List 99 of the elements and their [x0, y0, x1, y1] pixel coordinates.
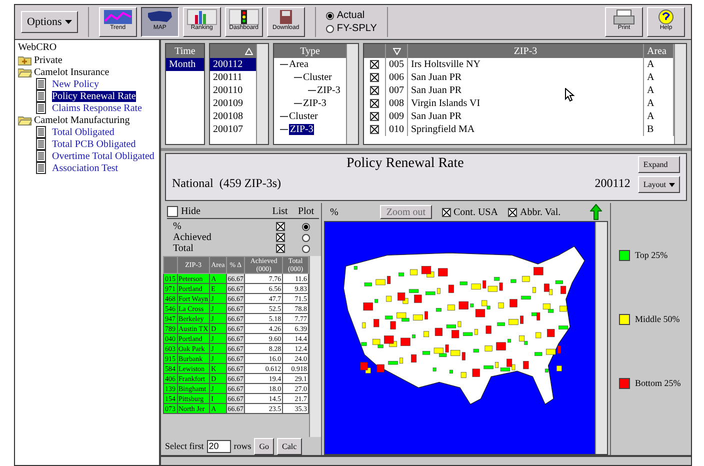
folder-icon[interactable] [18, 66, 32, 78]
checkbox[interactable]: Abbr. Val. [508, 206, 561, 218]
sort-icon[interactable] [392, 48, 400, 54]
measure-label: Achieved [172, 232, 212, 243]
table-cell: 008 [386, 97, 408, 110]
folder-icon[interactable] [18, 114, 32, 126]
measure-label: Total [172, 243, 194, 254]
tree-item[interactable]: Claims Response Rate [52, 102, 142, 114]
table-cell: 005 [386, 58, 408, 71]
tree-item[interactable]: Total PCB Obligated [52, 138, 136, 150]
scrollbar[interactable] [674, 44, 686, 144]
plot-radio[interactable] [302, 244, 310, 252]
measure-label: % [330, 206, 338, 218]
scrollbar[interactable] [256, 44, 268, 144]
list-checkbox[interactable] [276, 233, 284, 242]
list-item[interactable]: Month [166, 58, 204, 71]
select-first-label: Select first [165, 441, 204, 451]
table-cell: 007 [386, 84, 408, 97]
list-item[interactable]: 200109 [210, 97, 256, 110]
tree-item[interactable]: Camelot Manufacturing [34, 114, 130, 126]
column-header: List [271, 206, 289, 217]
document-icon [36, 126, 46, 138]
traffic-light-icon [228, 9, 259, 25]
options-button[interactable]: Options [21, 11, 78, 33]
document-icon [36, 102, 46, 114]
tree-item[interactable]: ZIP-3 [289, 124, 314, 135]
checkbox[interactable] [370, 86, 379, 95]
checkbox[interactable] [370, 125, 379, 134]
map-drawing[interactable] [325, 222, 595, 454]
list-checkbox[interactable] [276, 222, 284, 231]
period-label: 200112 [594, 176, 630, 191]
column-header: ZIP-3 [408, 44, 644, 58]
column-header: Plot [296, 206, 316, 217]
document-icon [36, 90, 46, 102]
up-arrow-icon[interactable] [590, 204, 602, 220]
tree-item[interactable]: Cluster [303, 72, 332, 83]
tree-item[interactable]: Private [34, 54, 62, 66]
expand-button[interactable]: Expand [638, 156, 680, 173]
scrollbar[interactable] [346, 44, 358, 144]
legend-label: Middle 50% [635, 314, 680, 324]
tree-item[interactable]: Overtime Total Obligated [52, 150, 154, 162]
checkbox[interactable] [370, 60, 379, 69]
folder-icon[interactable] [18, 54, 32, 66]
line-chart-icon [102, 9, 133, 25]
list-item[interactable]: 200110 [210, 84, 256, 97]
legend-label: Top 25% [635, 250, 668, 260]
tree-item[interactable]: ZIP-3 [303, 98, 326, 109]
go-button[interactable]: Go [254, 438, 274, 454]
document-icon [36, 162, 46, 174]
document-icon [36, 138, 46, 150]
checkbox[interactable]: Cont. USA [442, 206, 498, 218]
column-header: Time [166, 44, 204, 58]
list-item[interactable]: 200108 [210, 110, 256, 123]
measure-label: % [172, 221, 182, 232]
calc-button[interactable]: Calc [277, 438, 302, 454]
list-item[interactable]: 200112 [210, 58, 256, 71]
scrollbar[interactable] [309, 256, 321, 437]
document-icon [36, 150, 46, 162]
rows-label: rows [234, 441, 252, 451]
caret-icon [64, 20, 72, 24]
table-cell: Irs Holtsville NY [408, 58, 644, 71]
plot-radio[interactable] [302, 222, 310, 230]
tree-item[interactable]: Cluster [289, 111, 318, 122]
scope-label: National (459 ZIP-3s) [172, 176, 281, 191]
tree-root[interactable]: WebCRO [18, 42, 156, 53]
list-item[interactable]: 200111 [210, 71, 256, 84]
tree-item[interactable]: Area [289, 59, 308, 70]
legend-label: Bottom 25% [635, 378, 681, 388]
tree-item[interactable]: Policy Renewal Rate [52, 90, 136, 102]
document-icon [36, 78, 46, 90]
radio-option[interactable]: Actual [326, 10, 377, 21]
radio-option[interactable]: FY-SPLY [326, 23, 377, 34]
checkbox[interactable] [370, 112, 379, 121]
sort-icon[interactable] [245, 48, 253, 54]
caret-icon [669, 182, 675, 186]
layout-button[interactable]: Layout [638, 176, 680, 193]
table-cell: 010 [386, 123, 408, 136]
tree-item[interactable]: New Policy [52, 78, 99, 90]
table-cell: 009 [386, 110, 408, 123]
list-checkbox[interactable] [276, 244, 284, 253]
column-header: Type [274, 44, 346, 58]
tree-item[interactable]: Total Obligated [52, 126, 114, 138]
hide-checkbox[interactable]: Hide [167, 206, 267, 217]
list-item[interactable]: 200107 [210, 123, 256, 136]
tree-item[interactable]: Association Test [52, 162, 118, 174]
table-cell: San Juan PR [408, 110, 644, 123]
bar-chart-icon [186, 9, 217, 25]
plot-radio[interactable] [302, 234, 310, 242]
scrollbar[interactable] [595, 222, 607, 454]
rows-input[interactable]: 20 [206, 440, 231, 452]
checkbox[interactable] [370, 73, 379, 82]
table-cell: San Juan PR [408, 71, 644, 84]
table-cell: 006 [386, 71, 408, 84]
mouse-pointer-icon [565, 88, 575, 102]
tree-item[interactable]: Camelot Insurance [34, 66, 110, 78]
table-cell: Springfield MA [408, 123, 644, 136]
report-title: Policy Renewal Rate [345, 156, 465, 172]
tree-item[interactable]: ZIP-3 [317, 85, 340, 96]
checkbox[interactable] [370, 99, 379, 108]
